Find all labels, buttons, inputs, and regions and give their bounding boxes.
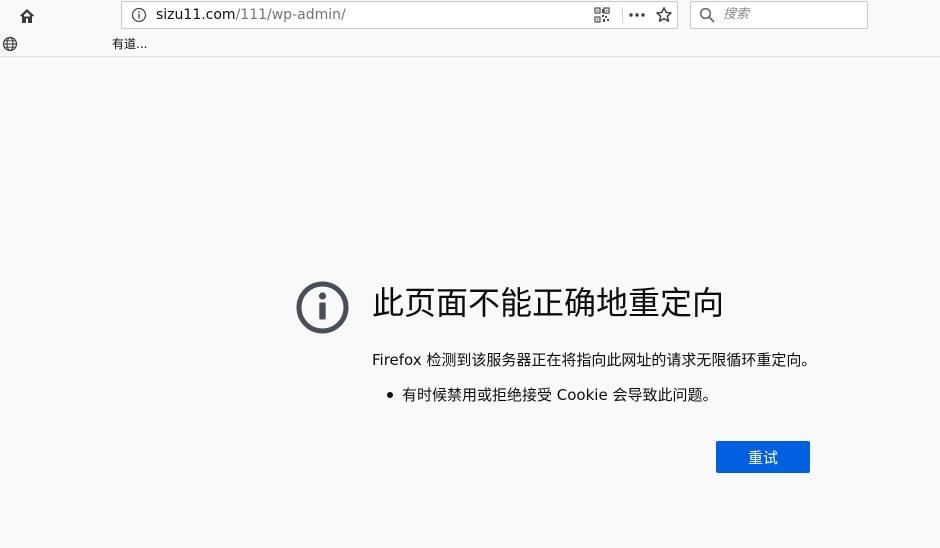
info-icon	[296, 281, 349, 334]
search-bar[interactable]: 搜索	[690, 1, 868, 29]
globe-icon	[2, 36, 18, 52]
error-description: Firefox 检测到该服务器正在将指向此网址的请求无限循环重定向。	[372, 351, 817, 369]
search-icon	[699, 7, 715, 23]
error-reasons-list: 有时候禁用或拒绝接受 Cookie 会导致此问题。	[386, 384, 717, 406]
bookmarks-toolbar: 有道...	[0, 32, 940, 57]
search-input[interactable]: 搜索	[723, 2, 749, 28]
list-item: 有时候禁用或拒绝接受 Cookie 会导致此问题。	[386, 384, 717, 406]
bookmark-item[interactable]: 有道...	[112, 32, 147, 57]
retry-button[interactable]: 重试	[716, 441, 810, 473]
url-path: /111/wp-admin/	[235, 7, 346, 23]
more-icon[interactable]	[628, 7, 646, 23]
error-title: 此页面不能正确地重定向	[372, 284, 725, 322]
nav-toolbar: sizu11.com/111/wp-admin/ 搜索	[0, 0, 940, 32]
home-icon	[20, 9, 34, 23]
star-icon[interactable]	[655, 6, 673, 24]
url-bar[interactable]: sizu11.com/111/wp-admin/	[121, 1, 678, 29]
url-bar-divider	[622, 7, 623, 23]
qr-code-icon[interactable]	[594, 7, 610, 23]
url-host: sizu11.com	[156, 7, 236, 23]
home-button[interactable]	[14, 3, 40, 29]
url-text[interactable]: sizu11.com/111/wp-admin/	[156, 2, 346, 28]
site-info-icon[interactable]	[131, 7, 147, 23]
